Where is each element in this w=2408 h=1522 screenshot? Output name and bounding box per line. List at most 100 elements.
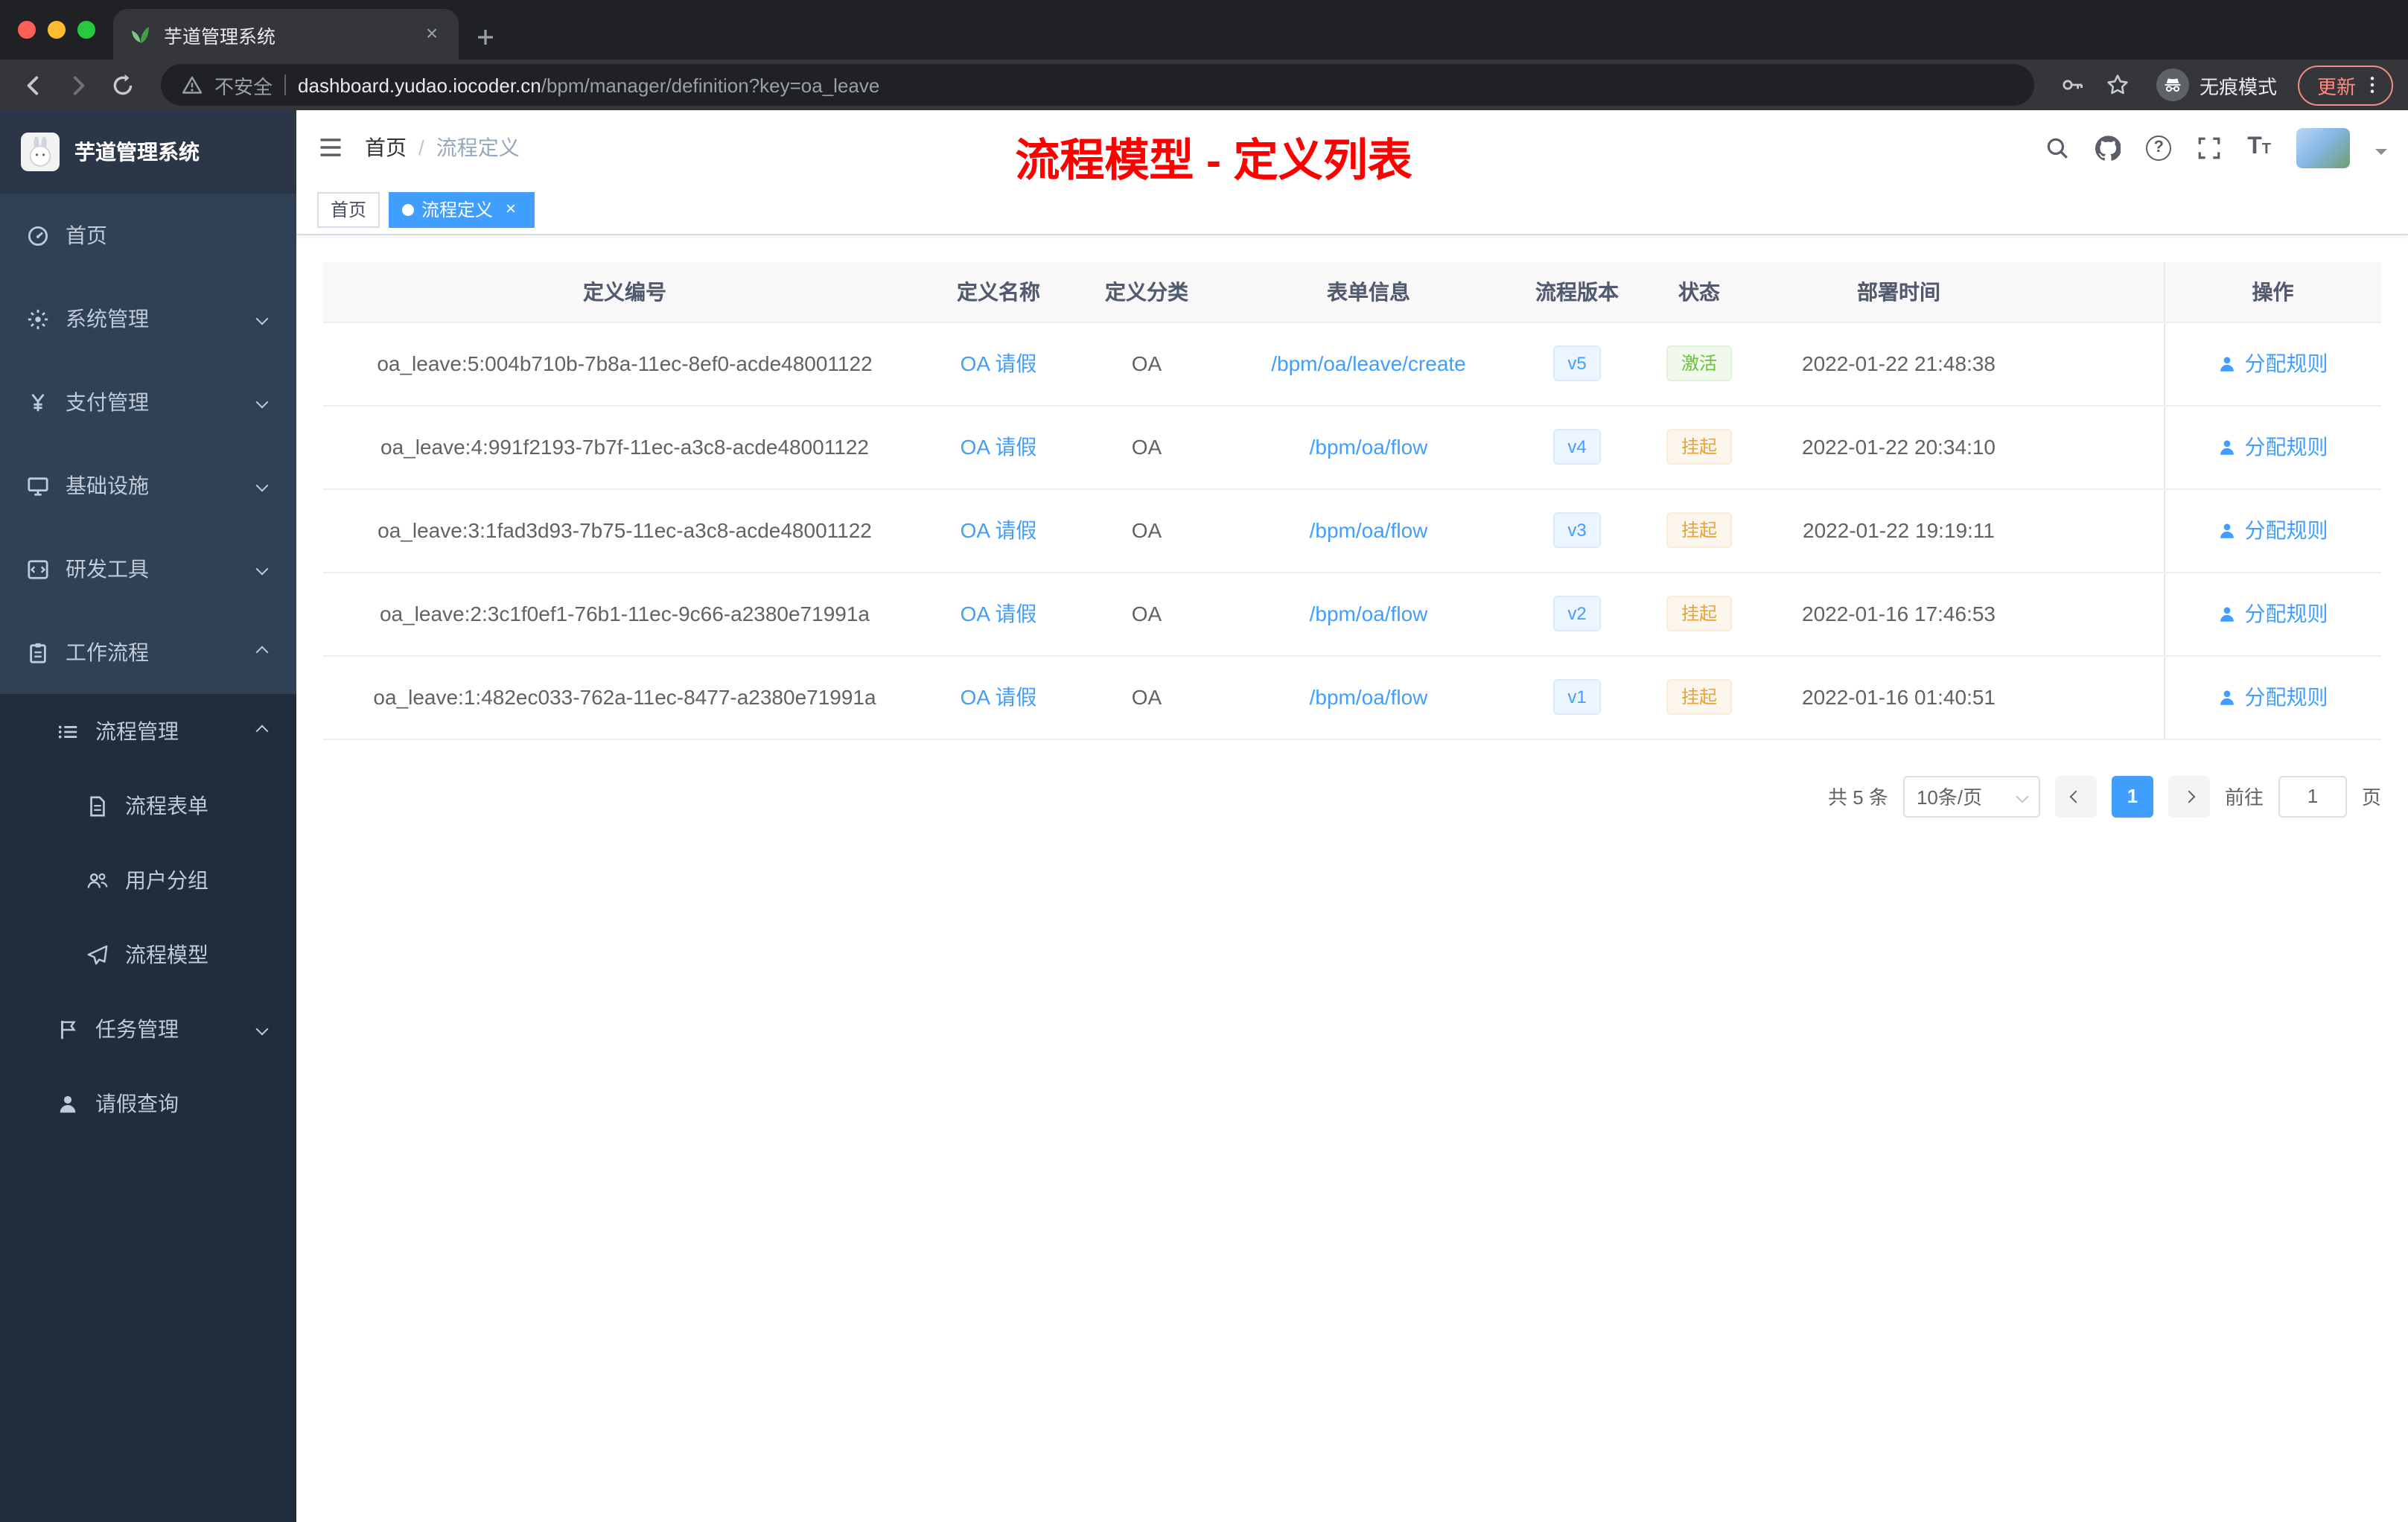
chevron-down-icon — [255, 395, 269, 409]
form-info-link[interactable]: /bpm/oa/leave/create — [1271, 351, 1466, 375]
page-1-button[interactable]: 1 — [2111, 775, 2153, 817]
status-badge: 挂起 — [1666, 679, 1732, 715]
search-icon[interactable] — [2045, 135, 2070, 160]
sidebar-item-payment[interactable]: 支付管理 — [0, 360, 296, 444]
person-icon — [2220, 606, 2235, 621]
breadcrumb: 首页 / 流程定义 — [365, 133, 520, 162]
definition-name-link[interactable]: OA 请假 — [961, 602, 1037, 625]
github-icon[interactable] — [2095, 135, 2121, 160]
definition-name-link[interactable]: OA 请假 — [961, 685, 1037, 709]
person-icon — [2220, 523, 2235, 538]
sidebar-item-task-management[interactable]: 任务管理 — [0, 992, 296, 1066]
sidebar-item-infrastructure[interactable]: 基础设施 — [0, 444, 296, 527]
form-info-link[interactable]: /bpm/oa/flow — [1310, 435, 1428, 459]
reload-button[interactable] — [104, 67, 140, 103]
users-icon — [86, 869, 109, 891]
back-button[interactable] — [15, 67, 51, 103]
definition-id-cell: oa_leave:4:991f2193-7b7f-11ec-a3c8-acde4… — [323, 405, 926, 489]
dashboard-icon — [27, 224, 49, 246]
assign-rule-link[interactable]: 分配规则 — [2218, 599, 2328, 628]
assign-rule-link[interactable]: 分配规则 — [2218, 682, 2328, 712]
tag-home[interactable]: 首页 — [317, 191, 380, 227]
next-page-button[interactable] — [2167, 775, 2210, 817]
flag-icon — [57, 1018, 79, 1040]
clipboard-icon — [27, 641, 49, 663]
page-size-select[interactable]: 10条/页 — [1902, 775, 2040, 817]
sidebar-item-process-form[interactable]: 流程表单 — [0, 768, 296, 843]
definition-name-link[interactable]: OA 请假 — [961, 435, 1037, 459]
forward-button[interactable] — [60, 67, 95, 103]
deploy-time-cell: 2022-01-22 21:48:38 — [1759, 322, 2039, 406]
definition-id-cell: oa_leave:1:482ec033-762a-11ec-8477-a2380… — [323, 655, 926, 739]
table-row: oa_leave:4:991f2193-7b7f-11ec-a3c8-acde4… — [323, 405, 2381, 489]
form-info-link[interactable]: /bpm/oa/flow — [1310, 518, 1428, 542]
chevron-down-icon — [255, 479, 269, 492]
sidebar-item-user-group[interactable]: 用户分组 — [0, 843, 296, 917]
tag-process-definition[interactable]: 流程定义 — [389, 191, 535, 227]
top-navbar: 首页 / 流程定义 流程模型 - 定义列表 — [296, 110, 2408, 186]
sidebar-item-process-model[interactable]: 流程模型 — [0, 917, 296, 992]
security-warning-icon[interactable] — [182, 74, 203, 95]
person-icon — [2220, 356, 2235, 371]
font-size-icon[interactable] — [2247, 134, 2271, 161]
tag-close-icon[interactable] — [500, 199, 521, 220]
active-tag-dot — [402, 203, 415, 215]
definition-name-link[interactable]: OA 请假 — [961, 351, 1037, 375]
question-icon[interactable] — [2146, 135, 2172, 160]
definition-category-cell: OA — [1071, 572, 1223, 656]
goto-page-unit: 页 — [2361, 786, 2381, 809]
site-favicon-icon — [128, 22, 152, 46]
sidebar-item-process-management[interactable]: 流程管理 — [0, 694, 296, 768]
window-minimize-button[interactable] — [48, 21, 66, 39]
goto-page-input[interactable] — [2278, 775, 2347, 817]
browser-tab[interactable]: 芋道管理系统 — [113, 9, 459, 60]
app-logo[interactable]: 芋道管理系统 — [0, 110, 296, 194]
definition-name-link[interactable]: OA 请假 — [961, 518, 1037, 542]
form-info-link[interactable]: /bpm/oa/flow — [1310, 602, 1428, 625]
definition-id-cell: oa_leave:2:3c1f0ef1-76b1-11ec-9c66-a2380… — [323, 572, 926, 656]
tab-close-icon[interactable] — [420, 22, 444, 46]
table-header-row: 定义编号 定义名称 定义分类 表单信息 流程版本 状态 部署时间 操作 — [323, 262, 2381, 322]
breadcrumb-home[interactable]: 首页 — [365, 133, 407, 162]
user-avatar[interactable] — [2296, 127, 2350, 168]
fullscreen-icon[interactable] — [2197, 135, 2222, 160]
tags-view-bar: 首页 流程定义 — [296, 185, 2408, 235]
update-button[interactable]: 更新 — [2297, 65, 2393, 105]
sidebar-item-leave-query[interactable]: 请假查询 — [0, 1066, 296, 1141]
table-row: oa_leave:2:3c1f0ef1-76b1-11ec-9c66-a2380… — [323, 572, 2381, 656]
assign-rule-link[interactable]: 分配规则 — [2218, 348, 2328, 378]
new-tab-button[interactable] — [474, 25, 497, 49]
window-close-button[interactable] — [18, 21, 36, 39]
incognito-label: 无痕模式 — [2199, 75, 2277, 98]
definition-category-cell: OA — [1071, 322, 1223, 406]
assign-rule-link[interactable]: 分配规则 — [2218, 515, 2328, 545]
definition-category-cell: OA — [1071, 655, 1223, 739]
form-info-link[interactable]: /bpm/oa/flow — [1310, 685, 1428, 709]
hamburger-icon[interactable] — [296, 134, 365, 161]
password-key-icon[interactable] — [2055, 67, 2091, 103]
browser-menu-icon[interactable] — [2362, 74, 2383, 95]
sidebar-item-home[interactable]: 首页 — [0, 194, 296, 277]
prev-page-button[interactable] — [2054, 775, 2097, 817]
browser-tab-strip: 芋道管理系统 — [0, 0, 2408, 60]
table-row: oa_leave:1:482ec033-762a-11ec-8477-a2380… — [323, 655, 2381, 739]
assign-rule-link[interactable]: 分配规则 — [2218, 432, 2328, 462]
app-title: 芋道管理系统 — [74, 140, 200, 164]
yen-icon — [27, 391, 49, 413]
deploy-time-cell: 2022-01-16 17:46:53 — [1759, 572, 2039, 656]
chevron-down-icon[interactable] — [2375, 149, 2387, 161]
security-label: 不安全 — [214, 75, 273, 98]
definition-id-cell: oa_leave:3:1fad3d93-7b75-11ec-a3c8-acde4… — [323, 488, 926, 573]
sidebar-item-workflow[interactable]: 工作流程 — [0, 611, 296, 694]
sidebar-item-system[interactable]: 系统管理 — [0, 277, 296, 360]
table-row: oa_leave:3:1fad3d93-7b75-11ec-a3c8-acde4… — [323, 488, 2381, 573]
person-icon — [57, 1092, 79, 1115]
bookmark-star-icon[interactable] — [2100, 67, 2135, 103]
status-badge: 挂起 — [1666, 596, 1732, 631]
window-zoom-button[interactable] — [77, 21, 95, 39]
table-row: oa_leave:5:004b710b-7b8a-11ec-8ef0-acde4… — [323, 322, 2381, 406]
address-bar[interactable]: 不安全 dashboard.yudao.iocoder.cn/bpm/manag… — [161, 64, 2034, 106]
filler-cell — [2039, 572, 2164, 656]
sidebar-item-dev-tools[interactable]: 研发工具 — [0, 527, 296, 611]
version-badge: v3 — [1552, 512, 1602, 548]
